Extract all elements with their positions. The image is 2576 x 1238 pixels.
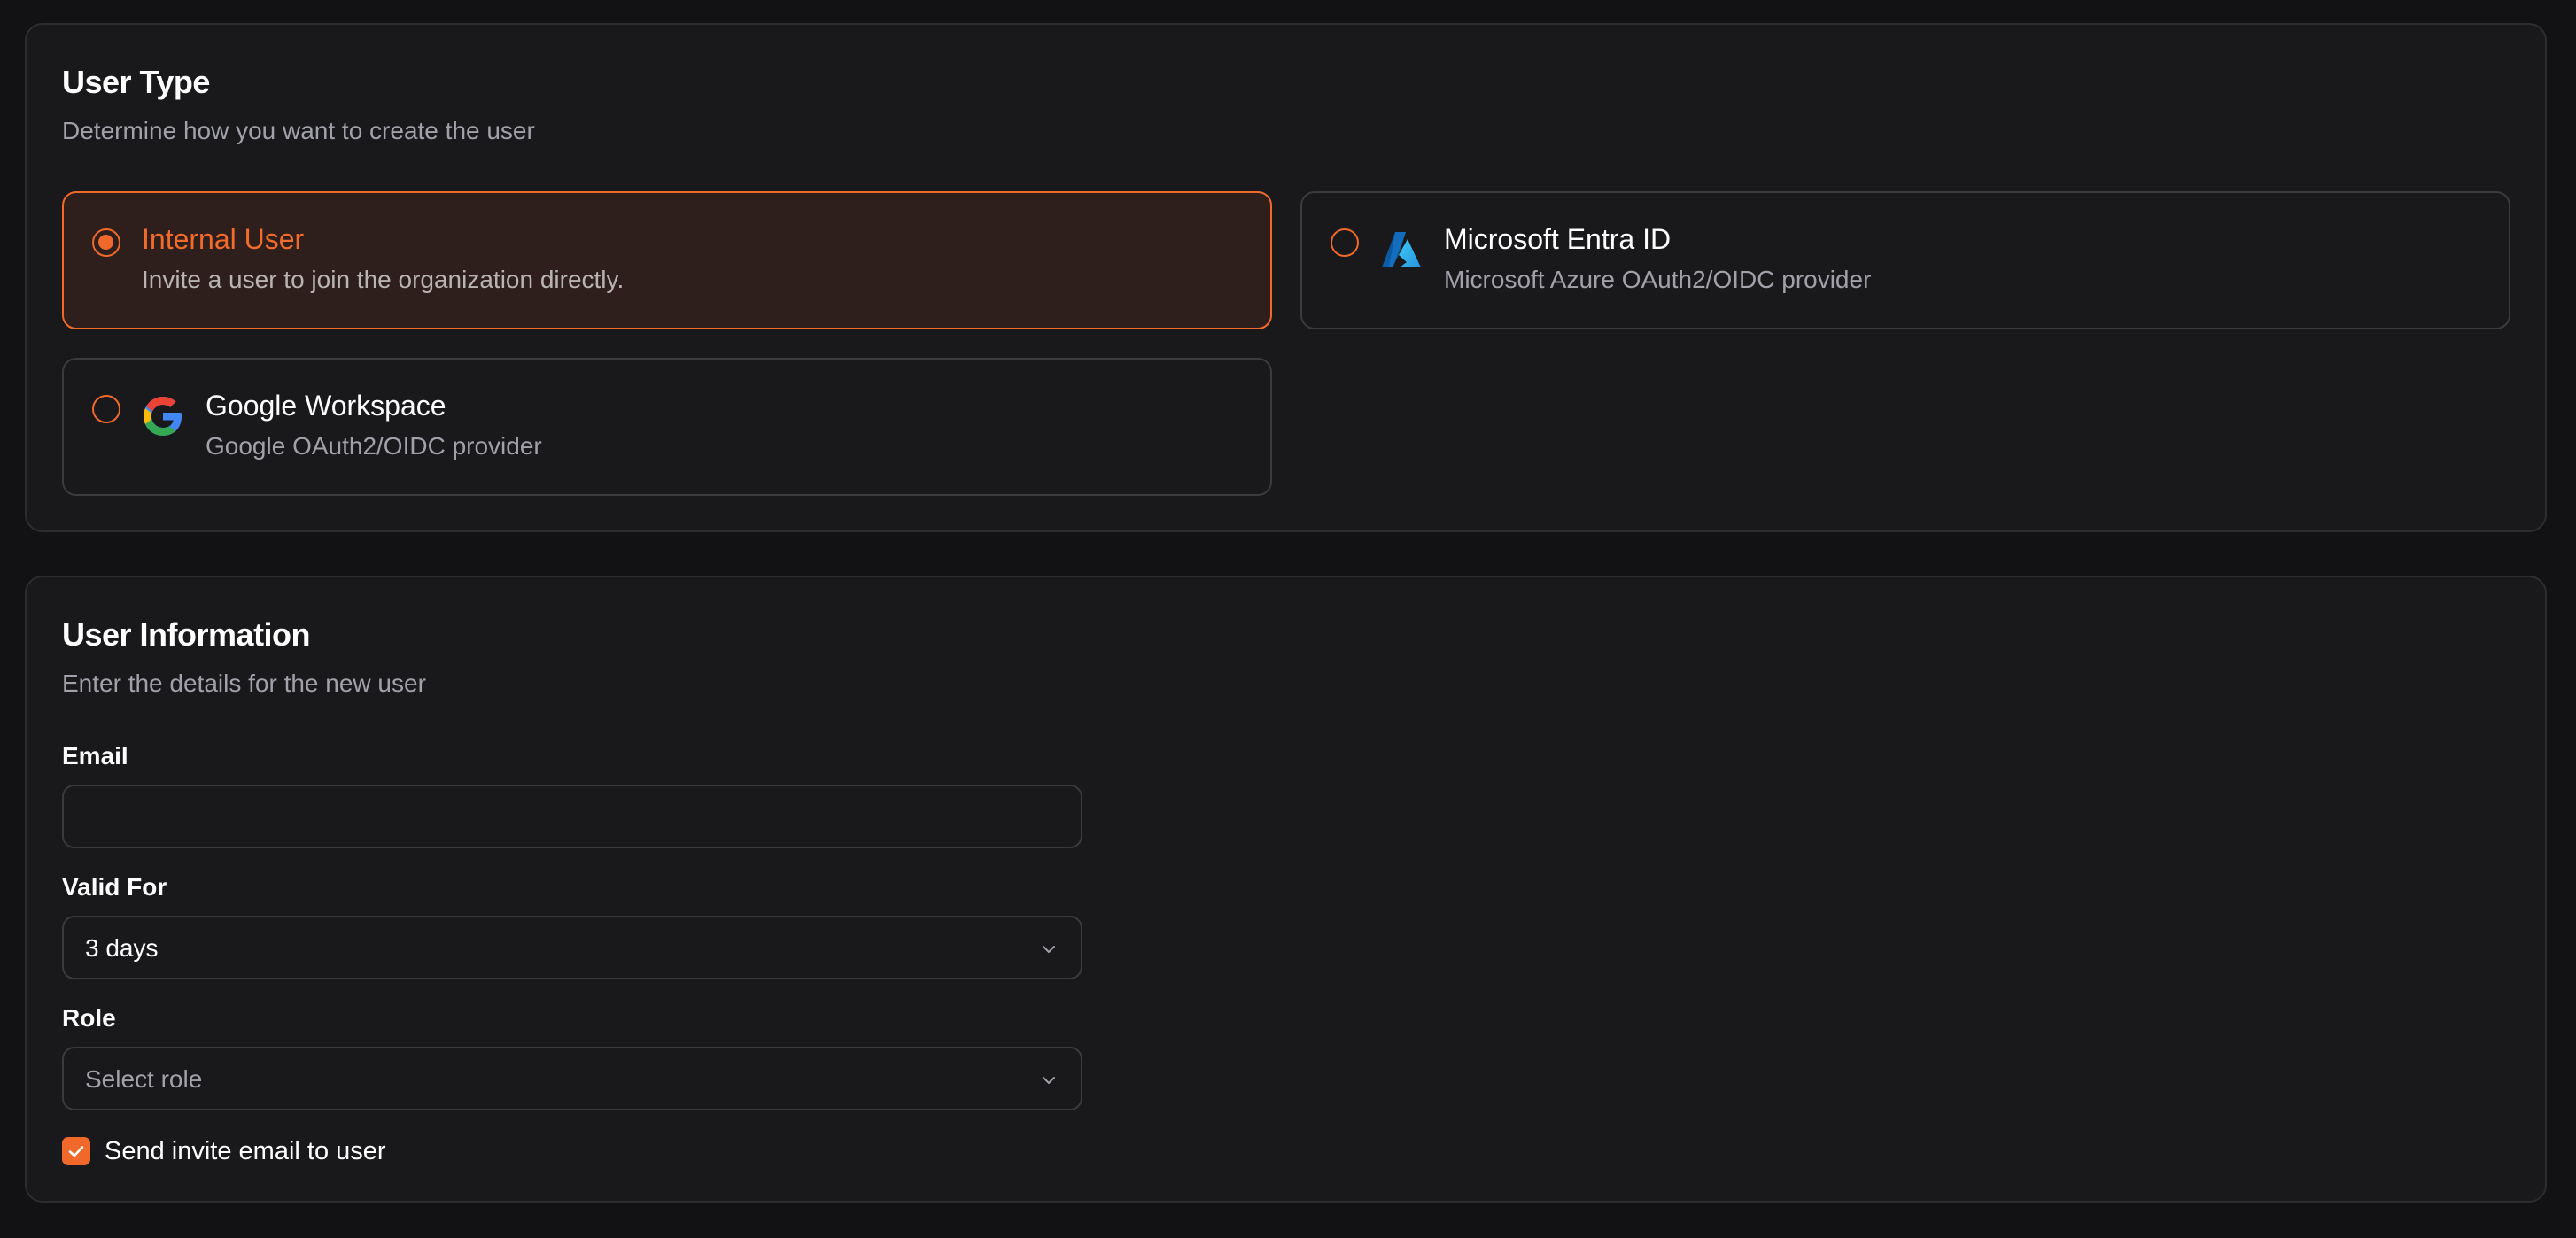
radio-internal-user[interactable] xyxy=(92,228,120,257)
chevron-down-icon xyxy=(1040,1072,1058,1089)
option-internal-user[interactable]: Internal User Invite a user to join the … xyxy=(62,191,1272,329)
email-label: Email xyxy=(62,742,128,770)
option-microsoft-entra-id-title: Microsoft Entra ID xyxy=(1444,223,1672,255)
valid-for-label: Valid For xyxy=(62,873,167,901)
option-internal-user-title: Internal User xyxy=(142,223,305,255)
role-label: Role xyxy=(62,1004,116,1032)
role-placeholder: Select role xyxy=(85,1065,203,1093)
role-select[interactable]: Select role xyxy=(62,1047,1082,1110)
checkmark-icon xyxy=(68,1146,84,1157)
option-google-workspace-description: Google OAuth2/OIDC provider xyxy=(206,432,542,460)
option-google-workspace[interactable]: Google Workspace Google OAuth2/OIDC prov… xyxy=(62,358,1272,496)
option-google-workspace-title: Google Workspace xyxy=(206,390,446,422)
user-type-card: User Type Determine how you want to crea… xyxy=(25,23,2547,532)
google-logo-icon xyxy=(142,395,184,437)
chevron-down-icon xyxy=(1040,940,1058,958)
user-information-card: User Information Enter the details for t… xyxy=(25,576,2547,1203)
option-microsoft-entra-id[interactable]: Microsoft Entra ID Microsoft Azure OAuth… xyxy=(1300,191,2510,329)
send-invite-label[interactable]: Send invite email to user xyxy=(105,1137,386,1166)
send-invite-checkbox[interactable] xyxy=(62,1137,90,1165)
email-field[interactable] xyxy=(62,785,1082,848)
radio-microsoft-entra-id[interactable] xyxy=(1331,228,1359,257)
user-information-title: User Information xyxy=(62,616,311,653)
microsoft-azure-logo-icon xyxy=(1380,228,1423,271)
user-information-subtitle: Enter the details for the new user xyxy=(62,669,426,697)
user-type-title: User Type xyxy=(62,64,210,100)
radio-google-workspace[interactable] xyxy=(92,395,120,423)
valid-for-select[interactable]: 3 days xyxy=(62,916,1082,979)
option-internal-user-description: Invite a user to join the organization d… xyxy=(142,266,625,293)
option-microsoft-entra-id-description: Microsoft Azure OAuth2/OIDC provider xyxy=(1444,266,1872,293)
user-type-subtitle: Determine how you want to create the use… xyxy=(62,117,535,144)
valid-for-value: 3 days xyxy=(85,934,159,962)
